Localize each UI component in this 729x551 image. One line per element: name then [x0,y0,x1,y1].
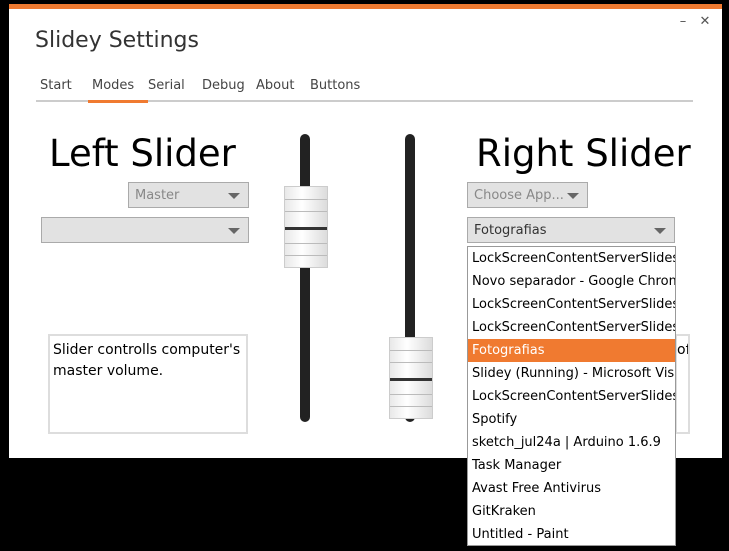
active-tab-indicator [88,100,148,103]
dropdown-item[interactable]: Task Manager [468,454,675,477]
accent-bar [9,4,722,9]
right-slider-thumb[interactable] [389,337,433,419]
right-description-box: of [675,334,690,434]
thumb-grip-line [390,406,432,407]
left-mode-select[interactable]: Master [128,182,249,208]
tab-about[interactable]: About [256,78,294,93]
right-description-text: of [677,342,690,358]
dropdown-item[interactable]: LockScreenContentServerSlideshow [468,385,675,408]
right-app-select-value: Fotografias [474,223,547,238]
dropdown-item[interactable]: LockScreenContentServerSlideshow [468,247,675,270]
thumb-grip-line [285,199,327,200]
dropdown-item[interactable]: Slidey (Running) - Microsoft Visual Stud… [468,362,675,385]
app-dropdown-list: LockScreenContentServerSlideshow Novo se… [467,246,676,546]
chevron-down-icon [567,193,579,199]
left-description-box: Slider controlls computer's master volum… [48,334,248,434]
tab-start[interactable]: Start [40,78,72,93]
dropdown-item[interactable]: GitKraken [468,500,675,523]
left-mode-select-value: Master [135,188,180,203]
left-app-select[interactable] [41,217,249,243]
dropdown-item-selected[interactable]: Fotografias [468,339,675,362]
dropdown-item[interactable]: LockScreenContentServerSlideshow [468,293,675,316]
thumb-grip-line [390,362,432,363]
left-slider-thumb[interactable] [284,186,328,268]
right-app-select[interactable]: Fotografias [467,217,675,243]
left-slider-heading: Left Slider [49,132,236,175]
close-button[interactable]: ✕ [695,14,715,29]
tab-buttons[interactable]: Buttons [310,78,360,93]
chevron-up-icon [654,228,666,234]
dropdown-item[interactable]: Avast Free Antivirus [468,477,675,500]
tab-modes[interactable]: Modes [92,78,134,93]
dropdown-item[interactable]: Untitled - Paint [468,523,675,545]
right-mode-select[interactable]: Choose App... [467,182,588,208]
thumb-grip-line [390,394,432,395]
dropdown-item[interactable]: LockScreenContentServerSlideshow [468,316,675,339]
thumb-center-line [285,227,327,230]
thumb-grip-line [285,255,327,256]
dropdown-item[interactable]: Spotify [468,408,675,431]
window-title: Slidey Settings [35,28,199,53]
thumb-grip-line [390,350,432,351]
thumb-center-line [390,378,432,381]
thumb-grip-line [285,243,327,244]
dropdown-item[interactable]: sketch_jul24a | Arduino 1.6.9 [468,431,675,454]
tab-debug[interactable]: Debug [202,78,245,93]
right-mode-select-value: Choose App... [474,188,564,203]
thumb-grip-line [285,211,327,212]
left-description-text: Slider controlls computer's master volum… [53,342,241,379]
left-slider-track[interactable] [300,134,310,422]
dropdown-item[interactable]: Novo separador - Google Chrome [468,270,675,293]
tab-serial[interactable]: Serial [148,78,185,93]
right-slider-heading: Right Slider [476,132,691,175]
minimize-button[interactable]: – [673,14,693,29]
chevron-down-icon [228,228,240,234]
chevron-down-icon [228,193,240,199]
